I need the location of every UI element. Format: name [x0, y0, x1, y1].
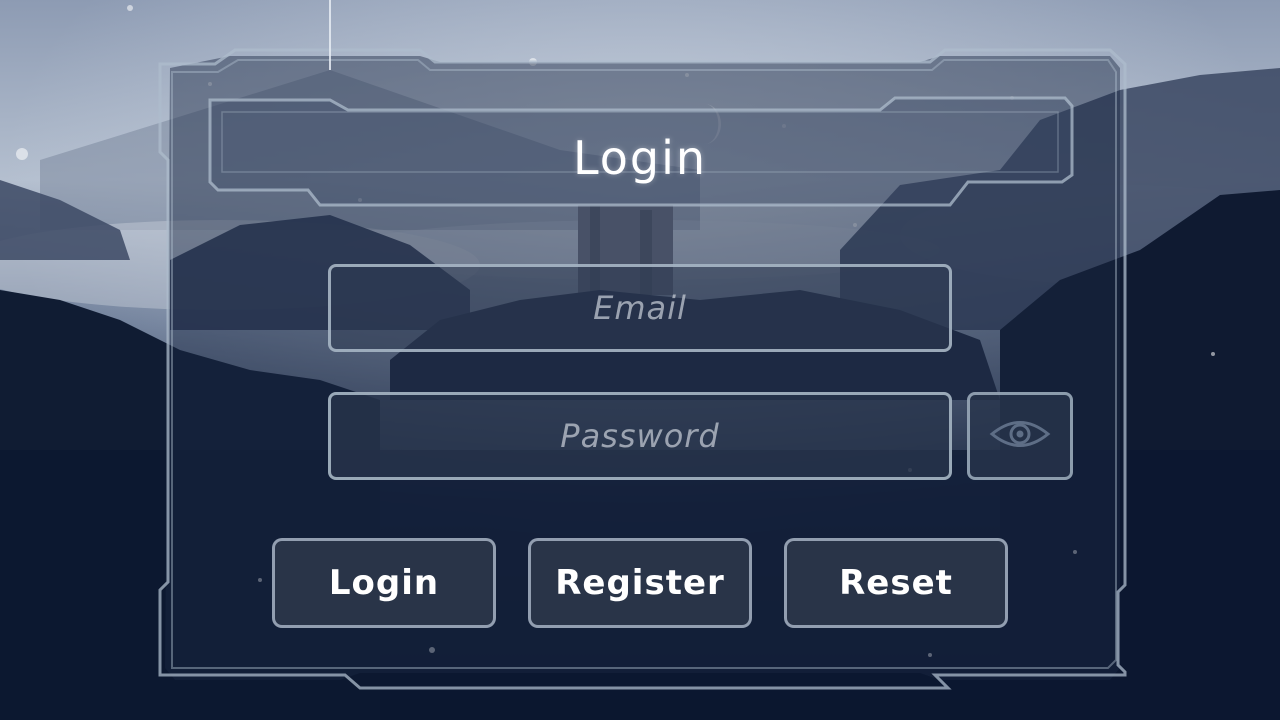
- register-button-label: Register: [555, 563, 725, 603]
- login-title: Login: [572, 131, 708, 185]
- login-button-label: Login: [328, 563, 440, 603]
- show-password-button[interactable]: [967, 392, 1073, 480]
- eye-icon: [989, 417, 1051, 455]
- login-button[interactable]: Login: [272, 538, 496, 628]
- register-button[interactable]: Register: [528, 538, 752, 628]
- reset-button-label: Reset: [839, 563, 953, 603]
- reset-button[interactable]: Reset: [784, 538, 1008, 628]
- email-field-frame: [328, 264, 952, 352]
- password-field-frame: [328, 392, 952, 480]
- password-input[interactable]: [331, 395, 949, 477]
- email-input[interactable]: [331, 267, 949, 349]
